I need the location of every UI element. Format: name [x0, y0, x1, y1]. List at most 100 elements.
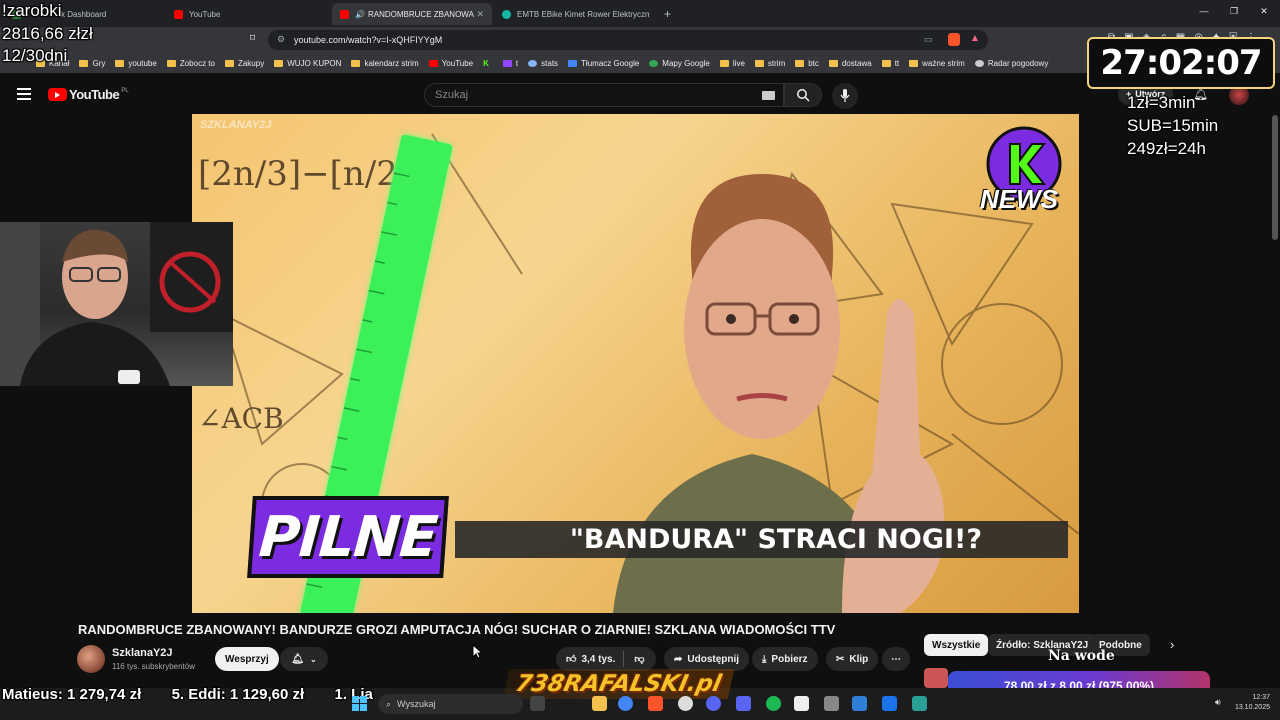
file-explorer-icon[interactable] — [592, 696, 607, 711]
search-button[interactable] — [784, 83, 822, 107]
channel-avatar[interactable] — [77, 645, 105, 673]
video-headline-banner: "BANDURA" STRACI NOGI!? — [455, 521, 1068, 558]
bookmark-label: youtube — [128, 58, 157, 68]
folder-icon — [719, 59, 729, 67]
tab-label: EMTB EBike Kimet Rower Elektryczny — [517, 9, 650, 19]
like-dislike-group: 👍︎ 3,4 tys. 👎︎ — [556, 647, 656, 671]
app-icon[interactable] — [912, 696, 927, 711]
youtube-logo[interactable]: YouTube PL — [48, 87, 129, 102]
close-window-icon[interactable]: ✕ — [1257, 6, 1271, 17]
bookmark-item[interactable]: btc — [795, 59, 819, 68]
support-button[interactable]: Wesprzyj — [215, 647, 279, 671]
app-icon[interactable] — [882, 696, 897, 711]
bookmark-item[interactable]: ważne strim — [909, 59, 965, 68]
app-icon[interactable] — [794, 696, 809, 711]
folder-icon — [166, 59, 176, 67]
bookmark-item[interactable]: live — [719, 59, 745, 68]
browser-tab-strip: k Dashboard YouTube 🔊 RANDOMBRUCE ZBANOW… — [0, 0, 1280, 27]
tab-youtube[interactable]: YouTube — [166, 3, 330, 25]
bookmark-item[interactable]: stats — [528, 59, 558, 68]
hamburger-menu-icon[interactable] — [17, 88, 31, 100]
url-text: youtube.com/watch?v=I-xQHFIYYgM — [294, 35, 443, 45]
dislike-button[interactable]: 👎︎ — [624, 653, 654, 665]
keyboard-icon[interactable] — [762, 91, 775, 100]
like-button[interactable]: 👍︎ 3,4 tys. — [556, 653, 623, 666]
obs-icon[interactable] — [678, 696, 693, 711]
volume-icon[interactable]: 🔊︎ — [1215, 697, 1221, 708]
taskbar-search-placeholder: Wyszukaj — [397, 699, 436, 709]
bookmark-item[interactable]: Mapy Google — [649, 59, 710, 68]
bookmark-item[interactable]: t — [502, 58, 519, 68]
bookmark-label: Zakupy — [237, 58, 265, 68]
search-input[interactable]: Szukaj — [424, 83, 784, 107]
restore-icon[interactable]: ❐ — [1227, 6, 1241, 17]
bookmark-item[interactable]: WUJO KUPON — [274, 59, 341, 68]
cast-icon[interactable]: ▭ — [924, 34, 933, 45]
task-view-icon[interactable] — [530, 696, 545, 711]
chevron-right-icon[interactable]: › — [1170, 637, 1174, 652]
minimize-icon[interactable]: — — [1197, 6, 1211, 16]
bookmark-item[interactable]: K — [483, 59, 493, 68]
app-icon[interactable] — [706, 696, 721, 711]
streamer-logo: 738RAFALSKI.pl — [502, 669, 734, 699]
brave-shield-icon[interactable] — [948, 33, 960, 46]
video-player[interactable]: SZKLANAY2J [2n/3]−[n/2] ∠ACB NEWS PILNE … — [192, 114, 1079, 613]
voice-search-button[interactable] — [832, 83, 858, 109]
donation-ticker: Matieus: 1 279,74 zł 5. Eddi: 1 129,60 z… — [2, 686, 373, 703]
folder-icon — [79, 59, 89, 67]
address-bar[interactable]: ⚙ youtube.com/watch?v=I-xQHFIYYgM ▭ ▲ — [268, 30, 988, 50]
bookmark-item[interactable]: Zakupy — [224, 58, 265, 68]
bookmark-label: Radar pogodowy — [987, 58, 1049, 68]
discord-icon[interactable] — [736, 696, 751, 711]
search-icon — [797, 89, 810, 102]
rewards-icon[interactable]: ▲ — [970, 33, 980, 44]
channel-name[interactable]: SzklanaY2J — [112, 647, 173, 659]
folder-icon — [115, 59, 125, 67]
clip-button[interactable]: ✂ Klip — [826, 647, 879, 671]
thumbs-up-icon: 👍︎ — [566, 654, 577, 665]
tab-current-video[interactable]: 🔊 RANDOMBRUCE ZBANOWAN ✕ — [332, 3, 492, 25]
download-button[interactable]: ⤓ Pobierz — [752, 647, 818, 671]
chrome-icon[interactable] — [618, 696, 633, 711]
close-tab-icon[interactable]: ✕ — [476, 9, 484, 20]
bookmark-label: dostawa — [841, 58, 872, 68]
chip-all[interactable]: Wszystkie — [924, 634, 989, 656]
bookmark-item[interactable]: youtube — [115, 58, 157, 68]
subscriber-count: 116 tys. subskrybentów — [112, 662, 196, 671]
bookmark-label: t — [515, 58, 519, 68]
bookmark-item[interactable]: Zobocz to — [166, 59, 215, 68]
spotify-icon[interactable] — [766, 696, 781, 711]
bookmark-item[interactable]: tt — [881, 59, 899, 68]
goal-title: Na wode — [1048, 648, 1115, 664]
kick-icon: K — [483, 58, 489, 68]
windows-start-icon[interactable] — [352, 696, 367, 711]
bookmark-item[interactable]: YouTube — [428, 59, 473, 68]
bookmark-item[interactable]: Tłumacz Google — [568, 59, 639, 68]
taskbar-search[interactable]: ⌕ Wyszukaj — [378, 694, 523, 714]
new-tab-button[interactable]: + — [660, 3, 680, 25]
radar-icon — [974, 59, 984, 67]
bookmark-item[interactable]: Radar pogodowy — [974, 58, 1049, 68]
clock-time: 12:37 — [1252, 694, 1270, 701]
app-icon[interactable] — [852, 696, 867, 711]
folder-icon — [224, 59, 234, 67]
more-actions-button[interactable]: ⋯ — [882, 647, 910, 671]
calculator-icon[interactable] — [824, 696, 839, 711]
region-code: PL — [121, 87, 129, 94]
bookmark-item[interactable]: Gry — [79, 59, 105, 68]
bookmark-star-icon[interactable]: ⌑ — [250, 33, 255, 44]
tab-emtb[interactable]: EMTB EBike Kimet Rower Elektryczny — [494, 3, 658, 25]
site-info-icon[interactable]: ⚙ — [277, 34, 285, 45]
ticker-item: Matieus: 1 279,74 zł — [2, 686, 142, 703]
bookmark-item[interactable]: kalendarz strim — [351, 59, 419, 68]
bookmark-item[interactable]: dostawa — [828, 58, 872, 68]
page-scrollbar[interactable] — [1272, 115, 1278, 240]
taskbar-clock[interactable]: 12:37 13.10.2025 — [1228, 693, 1270, 713]
brave-icon[interactable] — [648, 696, 663, 711]
bookmark-item[interactable]: strim — [754, 59, 785, 68]
recommendation-thumbnail[interactable] — [924, 668, 948, 688]
subscription-bell-button[interactable]: 🔔︎ ⌄ — [280, 647, 328, 671]
earnings-value: 2816,66 złzł — [2, 24, 93, 43]
chevron-down-icon: ⌄ — [310, 654, 317, 664]
share-button[interactable]: ➦ Udostępnij — [664, 647, 750, 671]
